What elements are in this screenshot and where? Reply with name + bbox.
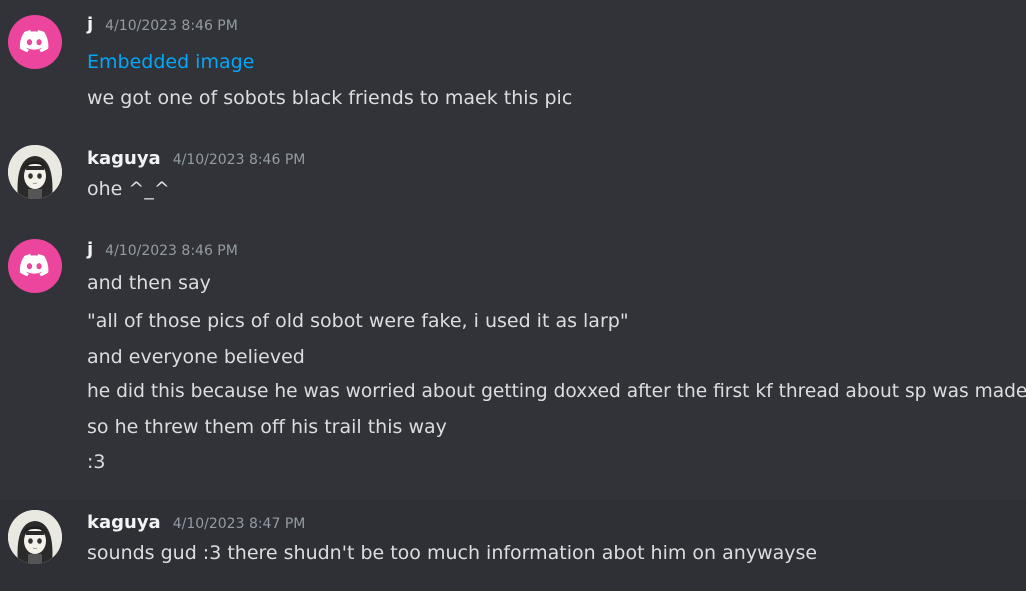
message-text: sounds gud :3 there shudn't be too much … [87,542,818,564]
timestamp: 4/10/2023 8:46 PM [172,152,306,168]
message-header: kaguya 4/10/2023 8:47 PM [87,512,305,533]
message-text: we got one of sobots black friends to ma… [87,87,573,109]
username[interactable]: j [87,239,93,260]
message-text: and then say [87,272,211,294]
timestamp: 4/10/2023 8:47 PM [172,516,306,532]
discord-logo-icon [19,254,49,277]
avatar[interactable] [8,15,62,69]
message-group: kaguya 4/10/2023 8:47 PM sounds gud :3 t… [0,500,1026,591]
username[interactable]: kaguya [87,512,161,533]
avatar[interactable] [8,510,62,564]
message-group: j 4/10/2023 8:46 PM Embedded image we go… [0,0,1026,125]
embedded-image-link[interactable]: Embedded image [87,50,254,74]
chat-message-list: j 4/10/2023 8:46 PM Embedded image we go… [0,0,1026,591]
message-text: :3 [87,451,106,473]
message-header: j 4/10/2023 8:46 PM [87,239,238,260]
username[interactable]: j [87,14,93,35]
message-group: kaguya 4/10/2023 8:46 PM ohe ^_^ [0,125,1026,220]
message-text: ohe ^_^ [87,178,170,200]
username[interactable]: kaguya [87,148,161,169]
message-text: "all of those pics of old sobot were fak… [87,310,629,332]
anime-girl-avatar-icon [8,510,62,564]
timestamp: 4/10/2023 8:46 PM [105,18,238,34]
timestamp: 4/10/2023 8:46 PM [105,243,238,259]
message-group: j 4/10/2023 8:46 PM and then say "all of… [0,220,1026,500]
message-text: and everyone believed [87,346,305,368]
discord-logo-icon [19,30,49,53]
avatar[interactable] [8,239,62,293]
message-text: so he threw them off his trail this way [87,416,447,438]
message-header: j 4/10/2023 8:46 PM [87,14,238,35]
message-header: kaguya 4/10/2023 8:46 PM [87,148,305,169]
anime-girl-avatar-icon [8,145,62,199]
message-text: he did this because he was worried about… [87,381,1026,402]
avatar[interactable] [8,145,62,199]
